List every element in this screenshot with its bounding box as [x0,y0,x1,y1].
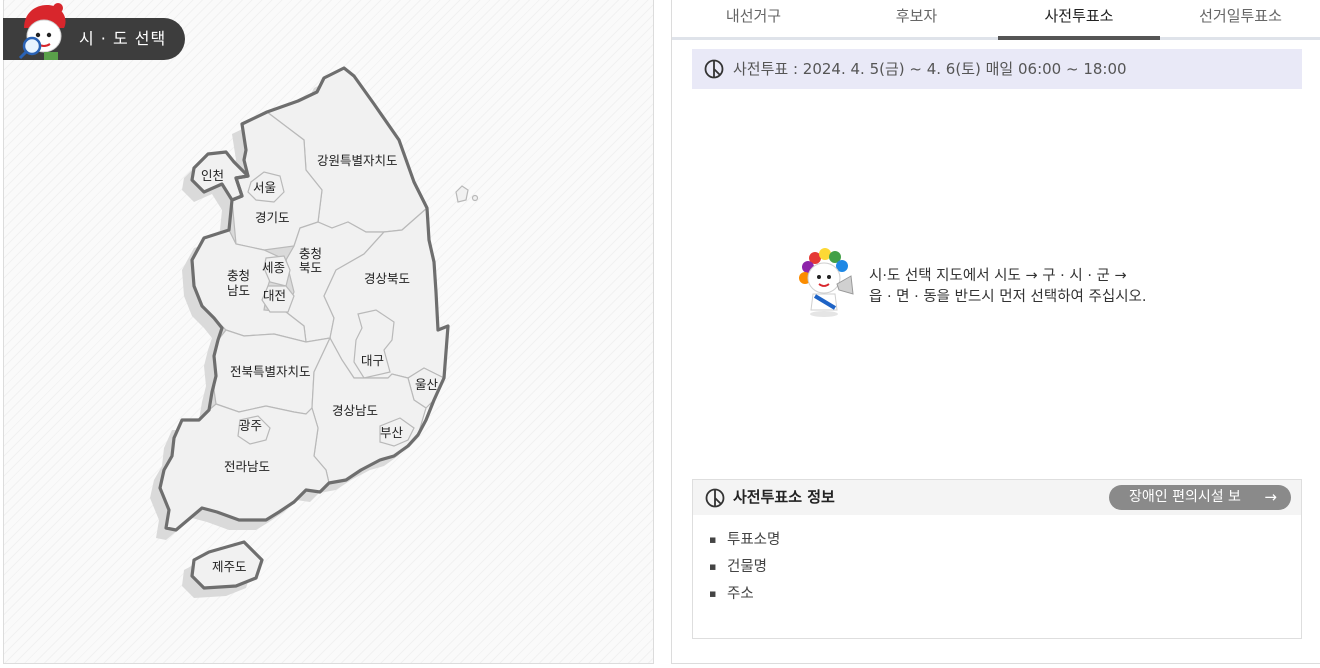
selection-notice: 시·도 선택 지도에서 시도 → 구 · 시 · 군 → 읍 · 면 · 동을 … [797,246,1217,326]
early-voting-period-text: 사전투표 : 2024. 4. 5(금) ~ 4. 6(토) 매일 06:00 … [733,60,1127,78]
tab-my-district[interactable]: 내선거구 [672,0,835,37]
label-gangwon[interactable]: 강원특별자치도 [317,153,398,168]
label-chungbuk-1[interactable]: 충청 [299,246,322,261]
island-dokdo [471,194,479,202]
arrow-right-icon: → [1264,488,1277,506]
label-chungnam-2[interactable]: 남도 [227,283,250,298]
info-header: 사전투표소 정보 장애인 편의시설 보 → [693,480,1301,515]
info-item-polling-place: ▪ 투표소명 [709,532,781,548]
notice-line-2: 읍 · 면 · 동을 반드시 먼저 선택하여 주십시오. [869,289,1147,305]
tab-candidates[interactable]: 후보자 [835,0,998,37]
info-item-building: ▪ 건물명 [709,559,768,575]
label-sejong[interactable]: 세종 [262,260,285,275]
tab-bar: 내선거구 후보자 사전투표소 선거일투표소 [672,0,1320,40]
ballot-icon [704,59,724,79]
sido-select-label: 시 · 도 선택 [79,29,167,48]
info-item-address: ▪ 주소 [709,586,754,602]
label-gyeongnam[interactable]: 경상남도 [332,403,378,418]
label-gyeonggi[interactable]: 경기도 [255,210,290,225]
label-jeonbuk[interactable]: 전북특별자치도 [230,364,311,379]
mascot-magnifier-icon [18,3,66,60]
accessibility-facility-label: 장애인 편의시설 보 [1129,489,1241,505]
ballot-icon [705,488,725,508]
mascot-megaphone-icon [799,248,854,317]
tab-election-day[interactable]: 선거일투표소 [1160,0,1320,37]
label-incheon[interactable]: 인천 [201,168,224,183]
label-ulsan[interactable]: 울산 [415,377,439,392]
label-busan[interactable]: 부산 [380,425,404,440]
accessibility-facility-button[interactable]: 장애인 편의시설 보 → [1109,485,1291,510]
notice-line-1: 시·도 선택 지도에서 시도 → 구 · 시 · 군 → [869,268,1127,284]
label-gyeongbuk[interactable]: 경상북도 [364,271,410,286]
label-seoul[interactable]: 서울 [253,180,276,195]
early-voting-info-box: 사전투표소 정보 장애인 편의시설 보 → ▪ 투표소명 ▪ 건물명 ▪ 주소 [692,479,1302,639]
label-jeju[interactable]: 제주도 [212,559,247,574]
label-daejeon[interactable]: 대전 [263,288,286,303]
label-gwangju[interactable]: 광주 [239,418,262,433]
label-chungbuk-2[interactable]: 북도 [299,260,322,275]
early-voting-period-bar: 사전투표 : 2024. 4. 5(금) ~ 4. 6(토) 매일 06:00 … [692,49,1302,89]
map-panel: 인천 서울 강원특별자치도 경기도 충청 북도 충청 남도 세종 대전 경상북도… [3,0,654,664]
korea-map: 인천 서울 강원특별자치도 경기도 충청 북도 충청 남도 세종 대전 경상북도… [150,66,479,598]
tab-early-voting[interactable]: 사전투표소 [998,0,1160,40]
island-ulleung [455,185,469,203]
info-title: 사전투표소 정보 [733,488,835,506]
label-jeonnam[interactable]: 전라남도 [224,459,270,474]
label-chungnam-1[interactable]: 충청 [227,268,250,283]
info-list: ▪ 투표소명 ▪ 건물명 ▪ 주소 [709,526,780,607]
label-daegu[interactable]: 대구 [361,353,384,368]
right-panel: 내선거구 후보자 사전투표소 선거일투표소 사전투표 : 2024. 4. 5(… [671,0,1320,664]
